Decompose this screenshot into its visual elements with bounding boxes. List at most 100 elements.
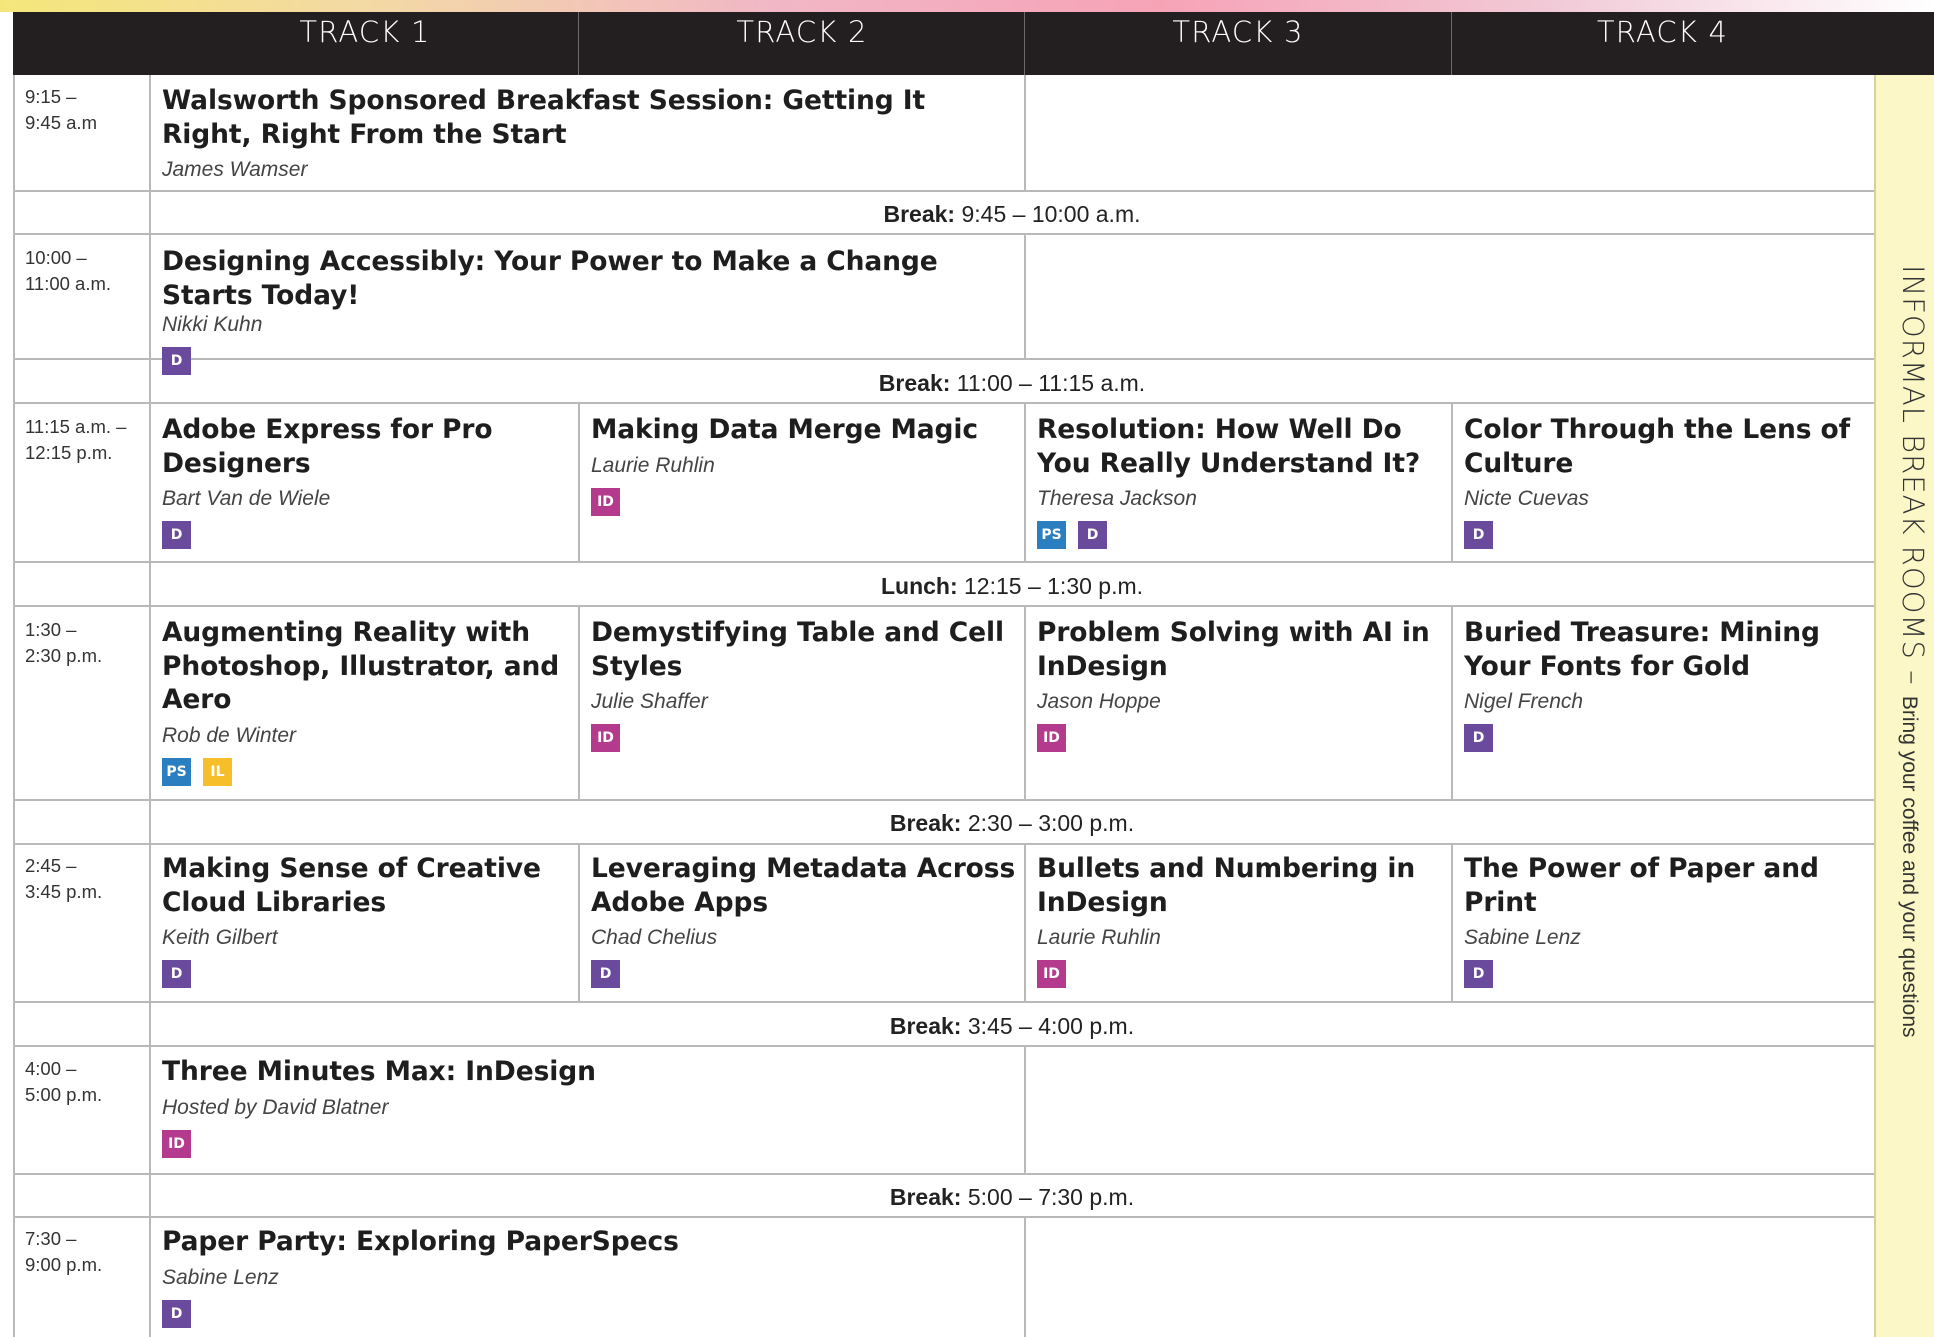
session-speaker: James Wamser [162,158,308,181]
slot-time: 4:00 – 5:00 p.m. [25,1056,102,1108]
grid-line [13,190,1874,192]
break-label: Break: [878,370,951,396]
track-header-2: TRACK 2 [736,14,868,49]
slot-time: 2:45 – 3:45 p.m. [25,853,102,905]
session-title: Walsworth Sponsored Breakfast Session: G… [162,85,926,150]
time-start: 4:00 – [25,1058,77,1079]
time-start: 11:15 a.m. – [25,416,127,437]
badge-id-icon: ID [1037,960,1066,988]
break-time: 11:00 – 11:15 a.m. [956,370,1146,396]
break-row: Break: 3:45 – 4:00 p.m. [151,1012,1873,1040]
break-time: 12:15 – 1:30 p.m. [964,573,1144,599]
session-title: Color Through the Lens of Culture [1464,414,1851,479]
badge-id-icon: ID [591,724,620,752]
break-time: 3:45 – 4:00 p.m. [967,1013,1135,1039]
grid-line [1024,75,1026,190]
session-card[interactable]: Resolution: How Well Do You Really Under… [1037,413,1442,549]
session-title: Resolution: How Well Do You Really Under… [1037,414,1421,479]
break-label: Break: [889,1184,962,1210]
session-speaker: Laurie Ruhlin [591,453,715,477]
break-time: 9:45 – 10:00 a.m. [961,201,1141,227]
sidebar-title: INFORMAL BREAK ROOMS [1896,265,1930,660]
badge-ps-icon: PS [1037,521,1066,549]
session-card[interactable]: Buried Treasure: Mining Your Fonts for G… [1464,616,1864,752]
session-card[interactable]: Augmenting Reality with Photoshop, Illus… [162,616,567,786]
session-card[interactable]: Paper Party: Exploring PaperSpecs Sabine… [162,1225,1012,1328]
badge-d-icon: D [162,1299,191,1328]
session-card[interactable]: Leveraging Metadata Across Adobe Apps Ch… [591,852,1016,988]
session-title: Buried Treasure: Mining Your Fonts for G… [1464,617,1820,682]
grid-line [13,799,1874,801]
session-speaker: Chad Chelius [591,926,718,949]
session-speaker: Sabine Lenz [1464,926,1581,949]
grid-line [13,1045,1874,1047]
time-end: 9:45 a.m [25,112,97,133]
badge-id-icon: ID [162,1129,191,1158]
badge-d-icon: D [1078,521,1107,549]
session-speaker: Theresa Jackson [1037,487,1197,510]
badge-ps-icon: PS [162,757,191,786]
grid-line [13,402,1874,404]
header-divider [1024,12,1025,75]
session-speaker: Sabine Lenz [162,1265,279,1289]
break-time: 2:30 – 3:00 p.m. [967,810,1135,836]
track-header-4: TRACK 4 [1596,14,1729,49]
track-header-3: TRACK 3 [1172,14,1304,49]
grid-line [1024,235,1026,358]
session-title: Demystifying Table and Cell Styles [591,617,1004,682]
session-card[interactable]: Adobe Express for Pro Designers Bart Van… [162,413,567,549]
session-title: Making Data Merge Magic [591,414,978,445]
session-card[interactable]: Demystifying Table and Cell Styles Julie… [591,616,1016,752]
badge-id-icon: ID [591,487,620,516]
grid-line [578,607,580,799]
session-title: Designing Accessibly: Your Power to Make… [162,246,938,311]
grid-line [13,843,1874,845]
session-card[interactable]: Making Sense of Creative Cloud Libraries… [162,852,567,988]
grid-line [1451,607,1453,799]
time-start: 7:30 – [25,1228,77,1249]
break-label: Break: [889,1013,962,1039]
session-title: Adobe Express for Pro Designers [162,414,493,479]
header-divider [1451,12,1452,75]
session-card[interactable]: Making Data Merge Magic Laurie Ruhlin ID [591,413,1016,516]
break-row: Lunch: 12:15 – 1:30 p.m. [151,572,1873,600]
session-card[interactable]: Color Through the Lens of Culture Nicte … [1464,413,1864,549]
session-title: Leveraging Metadata Across Adobe Apps [591,853,1016,918]
session-title: Augmenting Reality with Photoshop, Illus… [162,617,560,715]
time-end: 5:00 p.m. [25,1084,103,1105]
slot-time: 9:15 – 9:45 a.m [25,84,97,136]
session-card[interactable]: Bullets and Numbering in InDesign Laurie… [1037,852,1442,988]
grid-line [1024,845,1026,1001]
header-divider [578,12,579,75]
session-card[interactable]: Walsworth Sponsored Breakfast Session: G… [162,84,1012,183]
grid-line [13,1001,1874,1003]
time-start: 2:45 – [25,855,77,876]
session-title: Three Minutes Max: InDesign [162,1056,596,1087]
grid-line [13,233,1874,235]
grid-line [1024,1218,1026,1337]
time-end: 12:15 p.m. [25,442,113,463]
track-header-1: TRACK 1 [299,14,431,49]
grid-line [13,605,1874,607]
session-title: Problem Solving with AI in InDesign [1037,617,1430,682]
session-speaker: Nigel French [1464,690,1584,713]
session-card[interactable]: The Power of Paper and Print Sabine Lenz… [1464,852,1869,988]
session-speaker: Rob de Winter [162,723,297,747]
badge-id-icon: ID [1037,724,1066,752]
session-speaker: Keith Gilbert [162,926,278,949]
session-speaker: Nicte Cuevas [1464,487,1589,510]
session-card[interactable]: Designing Accessibly: Your Power to Make… [162,245,1022,375]
time-end: 11:00 a.m. [25,273,112,294]
session-speaker: Laurie Ruhlin [1037,926,1161,949]
badge-d-icon: D [162,960,191,988]
break-row: Break: 5:00 – 7:30 p.m. [151,1183,1873,1211]
session-speaker: Bart Van de Wiele [162,487,331,510]
badge-il-icon: IL [203,757,232,786]
slot-time: 10:00 – 11:00 a.m. [25,245,111,297]
session-card[interactable]: Problem Solving with AI in InDesign Jaso… [1037,616,1442,752]
grid-line [1451,404,1453,561]
badge-d-icon: D [162,521,191,549]
session-card[interactable]: Three Minutes Max: InDesign Hosted by Da… [162,1055,1012,1158]
break-row: Break: 2:30 – 3:00 p.m. [151,809,1873,837]
time-start: 10:00 – [25,247,87,268]
